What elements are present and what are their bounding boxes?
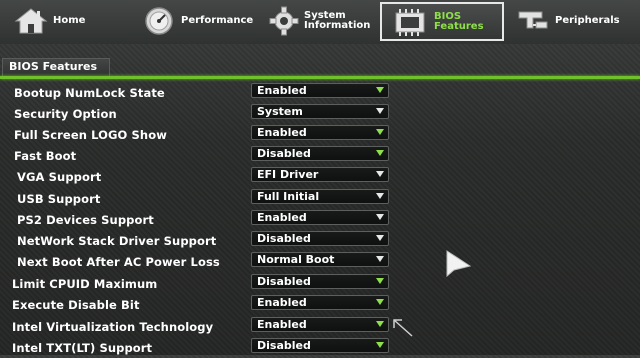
setting-row-ps2-devices[interactable]: PS2 Devices Support Enabled [0,210,640,230]
setting-value-dropdown[interactable]: Disabled [251,231,389,246]
dropdown-arrow-icon [376,150,384,156]
dropdown-arrow-icon [376,321,384,327]
setting-value-dropdown[interactable]: EFI Driver [251,167,389,182]
setting-label: Bootup NumLock State [14,86,165,100]
setting-value-dropdown[interactable]: Enabled [251,125,389,140]
dropdown-arrow-icon [376,235,384,241]
setting-row-fast-boot[interactable]: Fast Boot Disabled [0,146,640,166]
setting-value-dropdown[interactable]: Enabled [251,295,389,310]
setting-label: USB Support [17,192,101,206]
setting-row-intel-txt[interactable]: Intel TXT(LT) Support Disabled [0,338,640,358]
setting-value-dropdown[interactable]: System [251,104,389,119]
setting-row-usb-support[interactable]: USB Support Full Initial [0,189,640,209]
setting-value: Disabled [257,339,311,352]
dropdown-arrow-icon [376,87,384,93]
dropdown-arrow-icon [376,129,384,135]
setting-row-network-stack[interactable]: NetWork Stack Driver Support Disabled [0,231,640,251]
setting-row-execute-disable-bit[interactable]: Execute Disable Bit Enabled [0,295,640,315]
setting-value-dropdown[interactable]: Enabled [251,83,389,98]
setting-label: Fast Boot [14,149,77,163]
setting-value-dropdown[interactable]: Disabled [251,338,389,353]
setting-row-vga-support[interactable]: VGA Support EFI Driver [0,167,640,187]
setting-row-limit-cpuid[interactable]: Limit CPUID Maximum Disabled [0,274,640,294]
setting-label: Security Option [14,107,117,121]
dropdown-arrow-icon [376,299,384,305]
dropdown-arrow-icon [376,214,384,220]
setting-value: EFI Driver [257,168,319,181]
arrow-pointer-icon [392,318,414,342]
setting-value-dropdown[interactable]: Full Initial [251,189,389,204]
dropdown-arrow-icon [376,342,384,348]
setting-label: Next Boot After AC Power Loss [17,255,220,269]
setting-label: Full Screen LOGO Show [14,128,167,142]
setting-value-dropdown[interactable]: Enabled [251,317,389,332]
setting-label: Intel TXT(LT) Support [12,341,153,355]
mouse-pointer-icon [446,250,472,284]
setting-value-dropdown[interactable]: Normal Boot [251,252,389,267]
setting-label: Limit CPUID Maximum [12,277,158,291]
settings-list: Bootup NumLock State Enabled Security Op… [0,0,640,355]
setting-row-intel-virtualization[interactable]: Intel Virtualization Technology Enabled [0,317,640,337]
setting-row-next-boot-ac-power-loss[interactable]: Next Boot After AC Power Loss Normal Boo… [0,252,640,272]
dropdown-arrow-icon [376,278,384,284]
setting-row-bootup-numlock[interactable]: Bootup NumLock State Enabled [0,83,640,103]
setting-label: VGA Support [17,170,102,184]
setting-value-dropdown[interactable]: Enabled [251,210,389,225]
setting-row-full-screen-logo[interactable]: Full Screen LOGO Show Enabled [0,125,640,145]
setting-value: Disabled [257,232,311,245]
setting-label: Execute Disable Bit [12,298,140,312]
setting-label: Intel Virtualization Technology [12,320,214,334]
setting-value-dropdown[interactable]: Disabled [251,274,389,289]
dropdown-arrow-icon [376,171,384,177]
setting-value-dropdown[interactable]: Disabled [251,146,389,161]
dropdown-arrow-icon [376,256,384,262]
setting-value: Disabled [257,147,311,160]
setting-label: PS2 Devices Support [17,213,154,227]
setting-value: Enabled [257,211,307,224]
setting-row-security-option[interactable]: Security Option System [0,104,640,124]
setting-label: NetWork Stack Driver Support [17,234,217,248]
setting-value: Disabled [257,275,311,288]
dropdown-arrow-icon [376,108,384,114]
setting-value: Enabled [257,84,307,97]
setting-value: Enabled [257,318,307,331]
setting-value: Full Initial [257,190,320,203]
setting-value: Enabled [257,296,307,309]
setting-value: Normal Boot [257,253,335,266]
setting-value: Enabled [257,126,307,139]
setting-value: System [257,105,303,118]
dropdown-arrow-icon [376,193,384,199]
